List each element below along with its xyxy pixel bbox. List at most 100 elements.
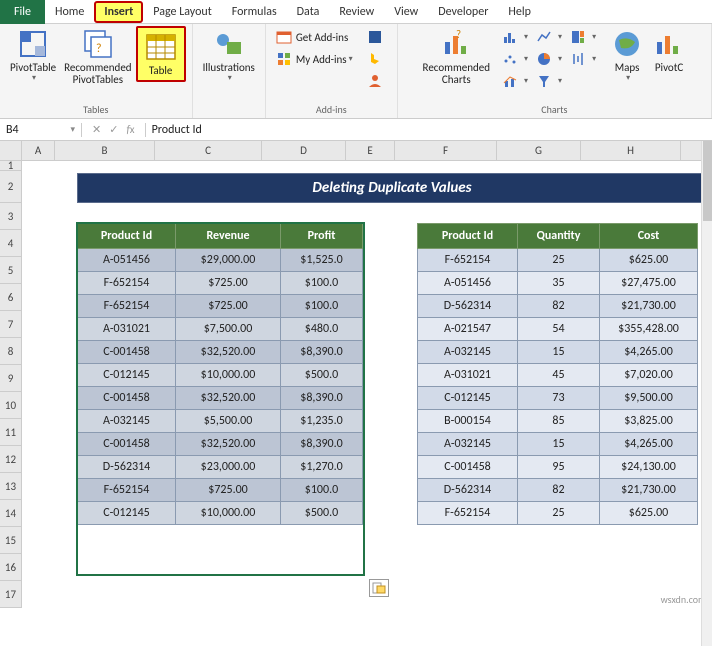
cell[interactable]: $8,390.0 (281, 433, 363, 456)
funnel-button[interactable] (532, 70, 566, 92)
row-header[interactable]: 8 (0, 338, 21, 365)
cell[interactable]: A-032145 (418, 341, 518, 364)
cell[interactable]: $8,390.0 (281, 341, 363, 364)
row-header[interactable]: 3 (0, 203, 21, 230)
table-button[interactable]: Table (140, 29, 182, 79)
col-header[interactable]: B (55, 141, 155, 160)
col-header[interactable]: H (581, 141, 681, 160)
cell[interactable]: $625.00 (600, 249, 698, 272)
col-header[interactable]: C (155, 141, 262, 160)
get-addins-button[interactable]: Get Add-ins (272, 26, 357, 48)
cell[interactable]: F-652154 (78, 272, 176, 295)
cell[interactable]: 15 (518, 341, 600, 364)
bar-chart-button[interactable] (498, 26, 532, 48)
cell[interactable]: 73 (518, 387, 600, 410)
row-header[interactable]: 15 (0, 527, 21, 554)
cell[interactable]: C-001458 (78, 387, 176, 410)
review-tab[interactable]: Review (329, 0, 384, 24)
line-chart-button[interactable] (532, 26, 566, 48)
cell[interactable]: $10,000.00 (176, 502, 281, 525)
row-header[interactable]: 2 (0, 171, 21, 203)
cell[interactable]: $480.0 (281, 318, 363, 341)
cell[interactable]: C-001458 (78, 341, 176, 364)
cell[interactable]: C-012145 (78, 364, 176, 387)
row-header[interactable]: 11 (0, 419, 21, 446)
pivot-table-button[interactable]: PivotTable (6, 26, 60, 85)
cell[interactable]: $7,500.00 (176, 318, 281, 341)
file-tab[interactable]: File (0, 0, 45, 24)
cell[interactable]: $9,500.00 (600, 387, 698, 410)
cell[interactable]: $625.00 (600, 502, 698, 525)
cell[interactable]: $100.0 (281, 295, 363, 318)
cell[interactable]: $500.0 (281, 364, 363, 387)
worksheet[interactable]: ABCDEFGH 1234567891011121314151617 Delet… (0, 141, 712, 646)
cell[interactable]: 82 (518, 295, 600, 318)
cell[interactable]: $32,520.00 (176, 433, 281, 456)
cell[interactable]: 54 (518, 318, 600, 341)
cell[interactable]: C-012145 (418, 387, 518, 410)
formula-input[interactable]: Product Id (145, 123, 712, 137)
cell[interactable]: 95 (518, 456, 600, 479)
col-header[interactable]: F (395, 141, 497, 160)
cell[interactable]: B-000154 (418, 410, 518, 433)
cell[interactable]: C-001458 (418, 456, 518, 479)
cell[interactable]: $355,428.00 (600, 318, 698, 341)
cell[interactable]: $7,020.00 (600, 364, 698, 387)
row-header[interactable]: 12 (0, 446, 21, 473)
formulas-tab[interactable]: Formulas (222, 0, 287, 24)
cell[interactable]: $4,265.00 (600, 341, 698, 364)
view-tab[interactable]: View (384, 0, 428, 24)
col-header[interactable]: E (346, 141, 395, 160)
cell[interactable]: $32,520.00 (176, 387, 281, 410)
page-layout-tab[interactable]: Page Layout (143, 0, 221, 24)
cell[interactable]: $21,730.00 (600, 479, 698, 502)
cell[interactable]: 85 (518, 410, 600, 433)
home-tab[interactable]: Home (45, 0, 94, 24)
cell[interactable]: $1,235.0 (281, 410, 363, 433)
col-header[interactable]: G (497, 141, 581, 160)
enter-icon[interactable]: ✓ (109, 123, 118, 136)
cell[interactable]: $725.00 (176, 479, 281, 502)
col-header[interactable]: D (262, 141, 346, 160)
cell[interactable]: D-562314 (418, 295, 518, 318)
cell[interactable]: $1,270.0 (281, 456, 363, 479)
stock-chart-button[interactable] (566, 48, 600, 70)
cell[interactable]: 15 (518, 433, 600, 456)
cell[interactable]: $100.0 (281, 479, 363, 502)
cell[interactable]: A-032145 (418, 433, 518, 456)
maps-button[interactable]: Maps (606, 26, 648, 85)
cell[interactable]: A-021547 (418, 318, 518, 341)
cell[interactable]: 25 (518, 502, 600, 525)
cell[interactable]: 82 (518, 479, 600, 502)
cell[interactable]: $100.0 (281, 272, 363, 295)
cell[interactable]: $21,730.00 (600, 295, 698, 318)
treemap-button[interactable] (566, 26, 600, 48)
cell[interactable]: D-562314 (418, 479, 518, 502)
row-header[interactable]: 16 (0, 554, 21, 581)
paste-options-button[interactable] (369, 579, 389, 597)
row-header[interactable]: 1 (0, 161, 21, 171)
row-header[interactable]: 4 (0, 230, 21, 257)
row-header[interactable]: 10 (0, 392, 21, 419)
my-addins-button[interactable]: My Add-ins (272, 48, 357, 70)
help-tab[interactable]: Help (498, 0, 541, 24)
cell[interactable]: $23,000.00 (176, 456, 281, 479)
vertical-scrollbar[interactable] (701, 141, 712, 646)
row-header[interactable]: 7 (0, 311, 21, 338)
row-header[interactable]: 17 (0, 581, 21, 608)
data-tab[interactable]: Data (287, 0, 330, 24)
cell[interactable]: F-652154 (78, 295, 176, 318)
row-header[interactable]: 13 (0, 473, 21, 500)
cell[interactable]: F-652154 (78, 479, 176, 502)
cell[interactable]: A-032145 (78, 410, 176, 433)
developer-tab[interactable]: Developer (428, 0, 498, 24)
pie-chart-button[interactable] (532, 48, 566, 70)
insert-tab[interactable]: Insert (94, 1, 143, 23)
cell[interactable]: $27,475.00 (600, 272, 698, 295)
illustrations-button[interactable]: Illustrations (199, 26, 259, 85)
cell[interactable]: F-652154 (418, 502, 518, 525)
row-header[interactable]: 5 (0, 257, 21, 284)
cell[interactable]: D-562314 (78, 456, 176, 479)
cell[interactable]: A-031021 (418, 364, 518, 387)
cell[interactable]: $4,265.00 (600, 433, 698, 456)
